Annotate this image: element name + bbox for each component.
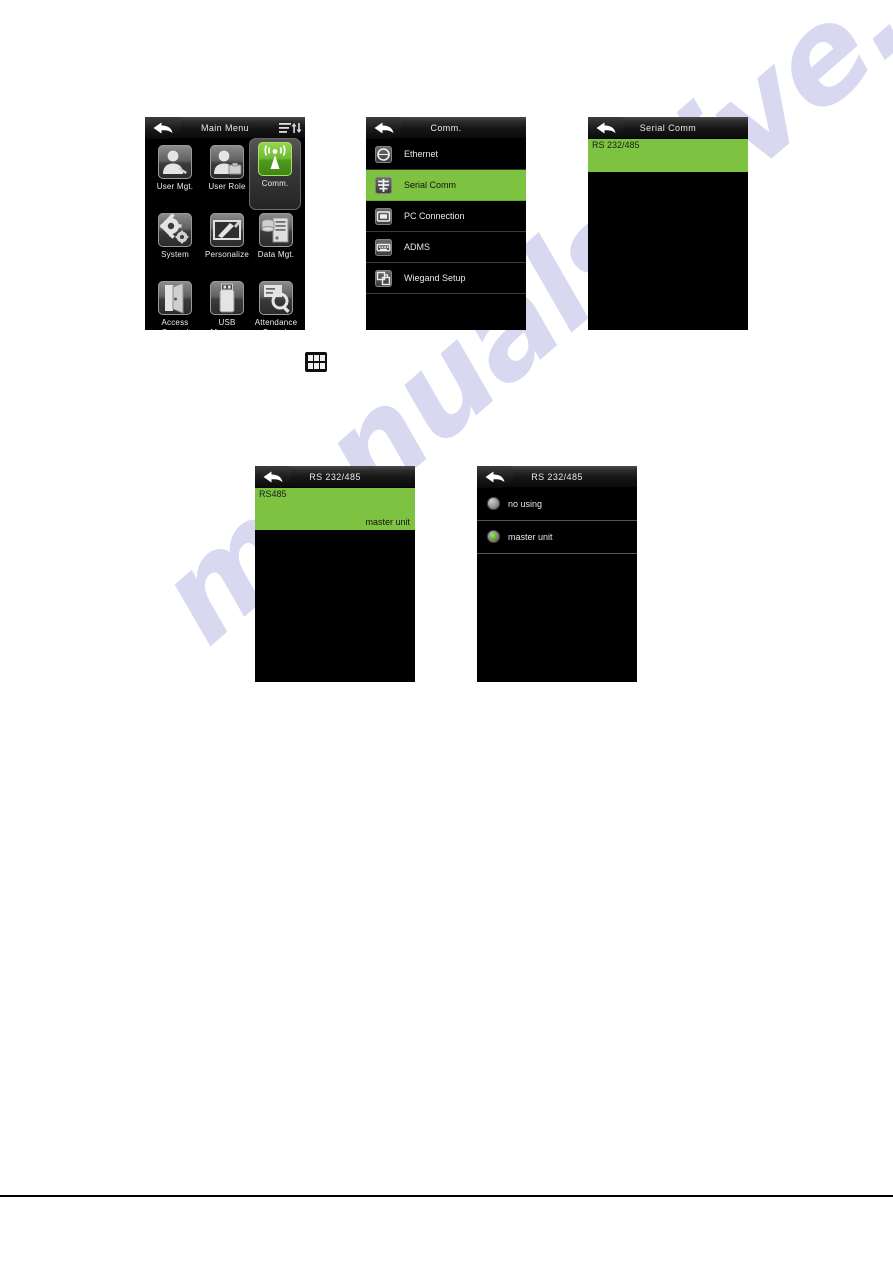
radio-unselected-icon[interactable] xyxy=(487,497,500,510)
sort-lines-icon[interactable] xyxy=(278,120,302,136)
device-screen-rs232485-options: RS 232/485 no using master unit xyxy=(477,466,637,682)
menu-tile-label: Attendance Search xyxy=(254,318,298,330)
usb-drive-icon xyxy=(210,281,244,315)
serial-comm-list: RS 232/485 xyxy=(588,139,748,172)
serial-comm-title: Serial Comm xyxy=(639,123,697,133)
comm-item-adms[interactable]: ADMS xyxy=(366,232,526,263)
comm-item-ethernet[interactable]: Ethernet xyxy=(366,139,526,170)
menu-tile-data-mgt[interactable]: Data Mgt. xyxy=(250,209,302,277)
menu-tile-label: Data Mgt. xyxy=(257,250,295,259)
rs-options-header: RS 232/485 xyxy=(477,466,637,488)
rs232485-option-no-using[interactable]: no using xyxy=(477,488,637,521)
serial-comm-header: Serial Comm xyxy=(588,117,748,139)
menu-tile-attendance-search[interactable]: Attendance Search xyxy=(250,277,302,330)
rs-value-header: RS 232/485 xyxy=(255,466,415,488)
serial-comm-icon xyxy=(375,177,392,194)
app-grid-icon[interactable] xyxy=(305,352,327,372)
rs232485-option-label: master unit xyxy=(508,532,553,542)
device-screen-main-menu: Main Menu User Mgt. User Role Comm. Syst… xyxy=(145,117,305,330)
comm-item-label: Serial Comm xyxy=(404,180,457,190)
rs485-setting-value: master unit xyxy=(365,517,410,527)
rs-options-title: RS 232/485 xyxy=(531,472,583,482)
menu-tile-usb-manager[interactable]: USB Manager xyxy=(201,277,253,330)
rs-value-title: RS 232/485 xyxy=(309,472,361,482)
menu-tile-label: System xyxy=(161,250,189,259)
access-control-door-icon xyxy=(158,281,192,315)
comm-item-label: Wiegand Setup xyxy=(404,273,466,283)
menu-tile-user-mgt[interactable]: User Mgt. xyxy=(149,141,201,209)
main-menu-header: Main Menu xyxy=(145,117,305,139)
adms-server-icon xyxy=(375,239,392,256)
comm-item-label: ADMS xyxy=(404,242,431,252)
menu-tile-user-role[interactable]: User Role xyxy=(201,141,253,209)
user-management-icon xyxy=(158,145,192,179)
pc-connection-icon xyxy=(375,208,392,225)
page-footer-rule xyxy=(0,1195,893,1197)
menu-tile-comm[interactable]: Comm. xyxy=(249,138,301,210)
menu-tile-label: User Role xyxy=(208,182,246,191)
communication-antenna-icon xyxy=(258,142,292,176)
rs232485-option-label: no using xyxy=(508,499,543,509)
serial-comm-item-label: RS 232/485 xyxy=(592,140,640,150)
main-menu-grid: User Mgt. User Role Comm. System Persona… xyxy=(145,138,305,330)
menu-tile-label: Access Control xyxy=(161,318,189,330)
menu-tile-label: User Mgt. xyxy=(156,182,194,191)
menu-tile-system[interactable]: System xyxy=(149,209,201,277)
menu-tile-label: USB Manager xyxy=(211,318,244,330)
system-gears-icon xyxy=(158,213,192,247)
comm-header: Comm. xyxy=(366,117,526,139)
comm-item-pc-connection[interactable]: PC Connection xyxy=(366,201,526,232)
wiegand-setup-icon xyxy=(375,270,392,287)
comm-item-label: Ethernet xyxy=(404,149,439,159)
menu-tile-label: Comm. xyxy=(261,179,289,188)
user-role-icon xyxy=(210,145,244,179)
attendance-search-icon xyxy=(259,281,293,315)
rs485-setting-row[interactable]: RS485 master unit xyxy=(255,488,415,530)
menu-tile-access-control[interactable]: Access Control xyxy=(149,277,201,330)
device-screen-comm: Comm. Ethernet Serial Comm PC Connection… xyxy=(366,117,526,330)
device-screen-rs232485-value: RS 232/485 RS485 master unit xyxy=(255,466,415,682)
comm-title: Comm. xyxy=(430,123,462,133)
data-management-icon xyxy=(259,213,293,247)
menu-tile-personalize[interactable]: Personalize xyxy=(201,209,253,277)
personalize-pen-icon xyxy=(210,213,244,247)
radio-selected-icon[interactable] xyxy=(487,530,500,543)
serial-comm-item-rs232485[interactable]: RS 232/485 xyxy=(588,139,748,172)
comm-list: Ethernet Serial Comm PC Connection ADMS … xyxy=(366,139,526,294)
rs485-setting-label: RS485 xyxy=(259,489,287,499)
ethernet-icon xyxy=(375,146,392,163)
rs232485-option-master-unit[interactable]: master unit xyxy=(477,521,637,554)
menu-tile-label: Personalize xyxy=(204,250,249,259)
comm-item-wiegand-setup[interactable]: Wiegand Setup xyxy=(366,263,526,294)
comm-item-serial-comm[interactable]: Serial Comm xyxy=(366,170,526,201)
device-screen-serial-comm: Serial Comm RS 232/485 xyxy=(588,117,748,330)
rs232485-option-list: no using master unit xyxy=(477,488,637,554)
comm-item-label: PC Connection xyxy=(404,211,465,221)
